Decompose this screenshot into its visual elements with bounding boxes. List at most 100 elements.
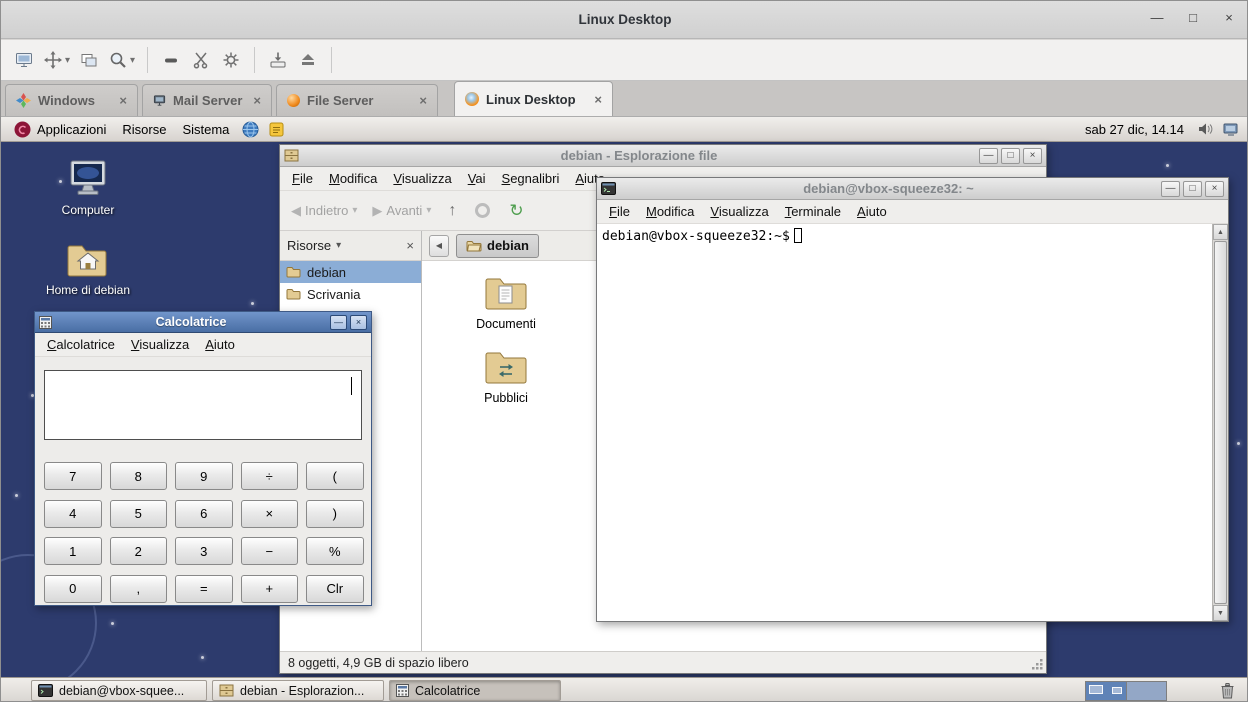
menu-aiuto[interactable]: Aiuto xyxy=(849,201,895,222)
cut-button[interactable] xyxy=(186,44,216,76)
terminal-icon[interactable] xyxy=(601,182,616,195)
forward-button[interactable]: ▶ Avanti ▾ xyxy=(366,199,437,223)
eject-media-button[interactable] xyxy=(293,44,323,76)
file-cabinet-icon[interactable] xyxy=(284,149,299,162)
desktop-icon-home[interactable]: Home di debian xyxy=(33,240,143,297)
calculator-display[interactable] xyxy=(44,370,362,440)
chevron-down-icon[interactable]: ▾ xyxy=(336,240,341,251)
clone-view-button[interactable] xyxy=(74,44,104,76)
taskbar-button-terminal[interactable]: debian@vbox-squee... xyxy=(31,680,207,701)
clock-applet[interactable]: sab 27 dic, 14.14 xyxy=(1077,122,1192,137)
path-button-label[interactable]: debian xyxy=(487,238,529,253)
key-equals[interactable]: = xyxy=(175,575,233,603)
menu-calcolatrice[interactable]: Calcolatrice xyxy=(39,334,123,355)
app-maximize-button[interactable]: □ xyxy=(1185,10,1201,25)
key-close-paren[interactable]: ) xyxy=(306,500,364,528)
menu-file[interactable]: File xyxy=(284,168,321,189)
key-8[interactable]: 8 xyxy=(110,462,168,490)
menu-label[interactable]: Applicazioni xyxy=(37,122,106,137)
key-1[interactable]: 1 xyxy=(44,537,102,565)
file-item-label[interactable]: Documenti xyxy=(476,317,536,331)
sidebar-item-scrivania[interactable]: Scrivania xyxy=(280,283,421,305)
key-5[interactable]: 5 xyxy=(110,500,168,528)
chevron-down-icon[interactable]: ▾ xyxy=(130,55,135,66)
zoom-button[interactable]: ▾ xyxy=(104,44,139,76)
key-percent[interactable]: % xyxy=(306,537,364,565)
scrollbar-thumb[interactable] xyxy=(1214,241,1227,604)
file-item-documenti[interactable]: Documenti xyxy=(458,275,554,331)
tab-label[interactable]: Linux Desktop xyxy=(486,92,583,107)
tab-mail-server[interactable]: Mail Server × xyxy=(142,84,272,116)
input-grab-button[interactable]: ▾ xyxy=(39,44,74,76)
fm-sidebar-header[interactable]: Risorse ▾ × xyxy=(280,231,421,261)
taskbar-button-label[interactable]: debian@vbox-squee... xyxy=(59,684,184,698)
menu-segnalibri[interactable]: Segnalibri xyxy=(494,168,568,189)
places-menu[interactable]: Risorse xyxy=(114,117,174,142)
sidebar-item-label[interactable]: Scrivania xyxy=(307,287,360,302)
menu-modifica[interactable]: Modifica xyxy=(638,201,702,222)
menu-label[interactable]: Risorse xyxy=(122,122,166,137)
applications-menu[interactable]: Applicazioni xyxy=(6,117,114,142)
chevron-down-icon[interactable]: ▾ xyxy=(426,205,431,216)
key-subtract[interactable]: − xyxy=(241,537,299,565)
refresh-button[interactable]: ↻ xyxy=(501,201,531,221)
maximize-button[interactable]: □ xyxy=(1183,181,1202,197)
menu-aiuto[interactable]: Aiuto xyxy=(197,334,243,355)
fm-titlebar[interactable]: debian - Esplorazione file — □ × xyxy=(280,145,1046,167)
close-button[interactable]: × xyxy=(1205,181,1224,197)
stop-button[interactable] xyxy=(475,203,490,218)
menu-visualizza[interactable]: Visualizza xyxy=(385,168,459,189)
tab-linux-desktop[interactable]: Linux Desktop × xyxy=(454,81,613,116)
key-9[interactable]: 9 xyxy=(175,462,233,490)
system-menu[interactable]: Sistema xyxy=(174,117,237,142)
console-view-button[interactable] xyxy=(9,44,39,76)
desktop-icon-computer[interactable]: Computer xyxy=(33,160,143,217)
path-scroll-left-button[interactable]: ◀ xyxy=(429,235,449,257)
taskbar-button-label[interactable]: debian - Esplorazion... xyxy=(240,684,364,698)
sidebar-close-icon[interactable]: × xyxy=(406,238,414,253)
menu-label[interactable]: Sistema xyxy=(182,122,229,137)
key-6[interactable]: 6 xyxy=(175,500,233,528)
menu-visualizza[interactable]: Visualizza xyxy=(702,201,776,222)
close-icon[interactable]: × xyxy=(253,93,261,108)
scroll-up-button[interactable]: ▲ xyxy=(1213,224,1228,240)
chevron-down-icon[interactable]: ▾ xyxy=(352,205,357,216)
sidebar-item-debian[interactable]: debian xyxy=(280,261,421,283)
tab-windows[interactable]: Windows × xyxy=(5,84,138,116)
file-item-label[interactable]: Pubblici xyxy=(484,391,528,405)
workspace-2[interactable] xyxy=(1126,682,1166,700)
app-minimize-button[interactable]: — xyxy=(1149,10,1165,25)
tab-file-server[interactable]: File Server × xyxy=(276,84,438,116)
volume-applet[interactable] xyxy=(1192,117,1218,142)
display-applet[interactable] xyxy=(1218,117,1244,142)
notes-launcher[interactable] xyxy=(264,117,289,142)
taskbar-button-label[interactable]: Calcolatrice xyxy=(415,684,480,698)
sidebar-header-label[interactable]: Risorse xyxy=(287,238,331,253)
up-button[interactable]: ↑ xyxy=(440,200,464,222)
key-decimal[interactable]: , xyxy=(110,575,168,603)
calculator-icon[interactable] xyxy=(39,316,52,329)
menu-visualizza[interactable]: Visualizza xyxy=(123,334,197,355)
menu-vai[interactable]: Vai xyxy=(460,168,494,189)
vm-settings-button[interactable] xyxy=(216,44,246,76)
workspace-1[interactable] xyxy=(1086,682,1126,700)
minimize-button[interactable]: — xyxy=(330,315,347,330)
close-button[interactable]: × xyxy=(350,315,367,330)
terminal-scrollbar[interactable]: ▲ ▼ xyxy=(1212,224,1228,621)
chevron-down-icon[interactable]: ▾ xyxy=(65,55,70,66)
key-2[interactable]: 2 xyxy=(110,537,168,565)
close-icon[interactable]: × xyxy=(594,92,602,107)
sidebar-item-label[interactable]: debian xyxy=(307,265,346,280)
terminal-titlebar[interactable]: debian@vbox-squeeze32: ~ — □ × xyxy=(597,178,1228,200)
file-item-pubblici[interactable]: Pubblici xyxy=(458,349,554,405)
tab-label[interactable]: File Server xyxy=(307,93,408,108)
browser-launcher[interactable] xyxy=(237,117,264,142)
trash-applet[interactable] xyxy=(1220,682,1235,699)
path-button-debian[interactable]: debian xyxy=(456,234,539,258)
back-button[interactable]: ◀ Indietro ▾ xyxy=(285,199,363,223)
tab-label[interactable]: Mail Server xyxy=(173,93,242,108)
minimize-button[interactable]: — xyxy=(979,148,998,164)
key-0[interactable]: 0 xyxy=(44,575,102,603)
close-icon[interactable]: × xyxy=(119,93,127,108)
terminal-screen[interactable]: debian@vbox-squeeze32:~$ ▲ ▼ xyxy=(597,224,1228,621)
